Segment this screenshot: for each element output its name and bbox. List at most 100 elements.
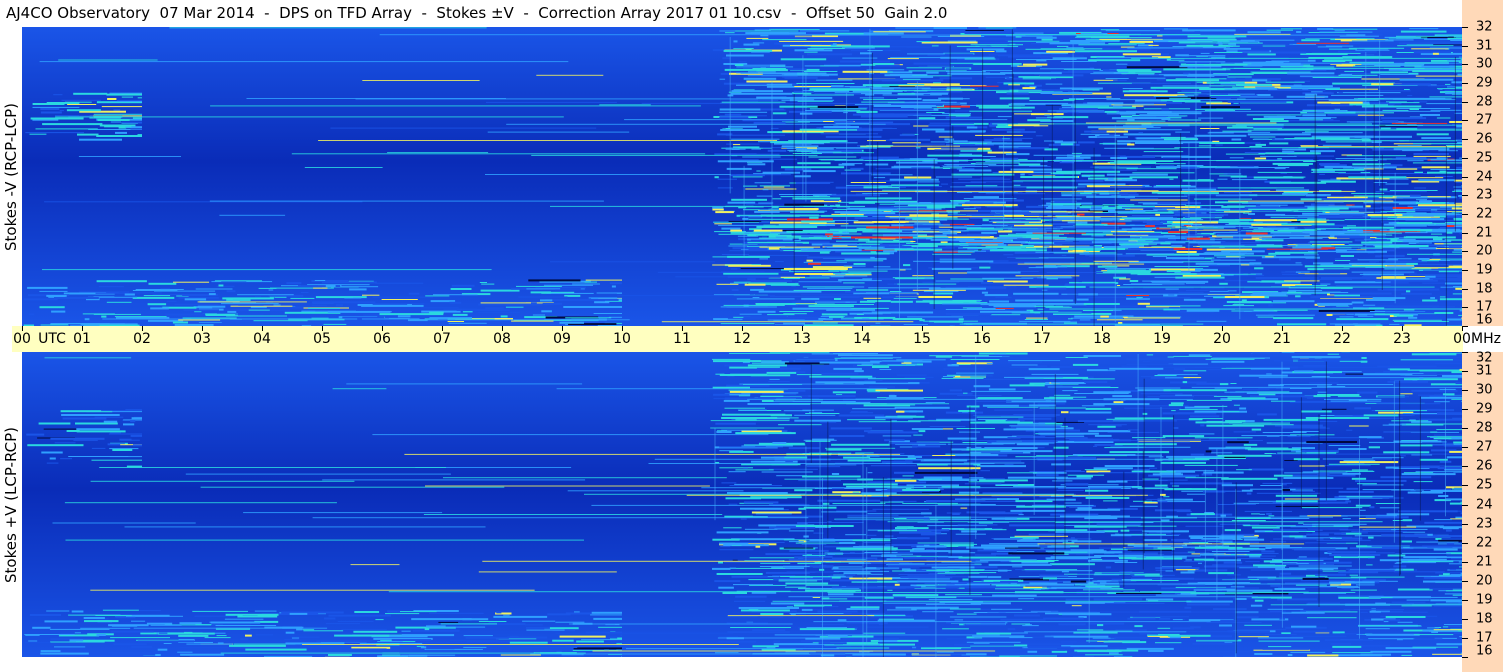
- chart-title: AJ4CO Observatory 07 Mar 2014 - DPS on T…: [6, 4, 948, 22]
- time-tick-label: 03: [193, 331, 211, 347]
- frequency-tick: [1462, 352, 1468, 353]
- time-tick-label: 23: [1393, 331, 1411, 347]
- frequency-tick-label: 25: [1476, 477, 1493, 493]
- frequency-tick: [1462, 326, 1468, 327]
- frequency-tick-label: 26: [1476, 131, 1493, 147]
- frequency-tick: [1462, 428, 1468, 430]
- time-tick-label: 11: [673, 331, 691, 347]
- frequency-tick-label: 19: [1476, 592, 1493, 608]
- frequency-tick: [1462, 657, 1468, 658]
- time-tick-label: 05: [313, 331, 331, 347]
- frequency-tick: [1462, 251, 1468, 253]
- time-tick-label: 10: [613, 331, 631, 347]
- frequency-tick-label: 32: [1476, 19, 1493, 35]
- time-tick-label: 09: [553, 331, 571, 347]
- top-spectrogram: [22, 27, 1462, 326]
- frequency-tick: [1462, 232, 1468, 234]
- time-tick-label: 22: [1333, 331, 1351, 347]
- frequency-tick: [1462, 213, 1468, 215]
- time-tick-label: 16: [973, 331, 991, 347]
- bottom-panel-ylabel-wrap: Stokes +V (LCP-RCP): [0, 352, 22, 657]
- frequency-tick: [1462, 561, 1468, 563]
- frequency-tick-label: 28: [1476, 94, 1493, 110]
- frequency-tick-label: 22: [1476, 535, 1493, 551]
- frequency-tick-label: 25: [1476, 150, 1493, 166]
- frequency-tick: [1462, 307, 1468, 309]
- time-tick-label: 13: [793, 331, 811, 347]
- time-tick-label: 12: [733, 331, 751, 347]
- bottom-spectrogram: [22, 352, 1462, 657]
- frequency-tick-label: 27: [1476, 112, 1493, 128]
- frequency-tick-label: 29: [1476, 75, 1493, 91]
- frequency-tick-label: 29: [1476, 401, 1493, 417]
- frequency-tick-label: 18: [1476, 611, 1493, 627]
- frequency-tick-label: 32: [1476, 350, 1493, 366]
- top-panel-ylabel: Stokes -V (RCP-LCP): [2, 102, 20, 251]
- top-frequency-scale: 16 17 18 19 20 21 22 23 24 25 26 27 28 29 30 31 32: [1462, 0, 1503, 328]
- bottom-spectrogram-panel: [22, 352, 1462, 657]
- time-tick-label: 06: [373, 331, 391, 347]
- frequency-tick: [1462, 485, 1468, 487]
- frequency-tick: [1462, 504, 1468, 506]
- frequency-tick: [1462, 409, 1468, 411]
- time-axis: 00 01 02 03 04 05 06 07 08 09 10 11 12 13 14 15 16 17 18 19…: [12, 326, 1501, 352]
- frequency-tick-label: 23: [1476, 187, 1493, 203]
- frequency-tick-label: 27: [1476, 439, 1493, 455]
- time-tick-label: 17: [1033, 331, 1051, 347]
- frequency-tick: [1462, 27, 1468, 28]
- frequency-tick: [1462, 64, 1468, 66]
- frequency-tick: [1462, 288, 1468, 290]
- frequency-tick-label: 23: [1476, 516, 1493, 532]
- frequency-tick: [1462, 176, 1468, 178]
- frequency-tick: [1462, 157, 1468, 159]
- frequency-tick: [1462, 523, 1468, 525]
- frequency-tick-label: 21: [1476, 554, 1493, 570]
- time-tick-label: 20: [1213, 331, 1231, 347]
- frequency-tick: [1462, 371, 1468, 373]
- frequency-tick-label: 20: [1476, 243, 1493, 259]
- frequency-tick: [1462, 101, 1468, 103]
- frequency-tick: [1462, 599, 1468, 601]
- time-tick-label: 21: [1273, 331, 1291, 347]
- frequency-tick-label: 31: [1476, 363, 1493, 379]
- time-tick-label: 19: [1153, 331, 1171, 347]
- time-tick-label: 01: [73, 331, 91, 347]
- frequency-tick: [1462, 447, 1468, 449]
- frequency-tick: [1462, 83, 1468, 85]
- mhz-label: MHz: [1471, 331, 1501, 347]
- time-tick-label: 04: [253, 331, 271, 347]
- time-tick-label: 07: [433, 331, 451, 347]
- frequency-tick-label: 18: [1476, 281, 1493, 297]
- frequency-tick-label: 30: [1476, 382, 1493, 398]
- frequency-tick-label: 30: [1476, 56, 1493, 72]
- frequency-tick-label: 21: [1476, 225, 1493, 241]
- top-panel-ylabel-wrap: Stokes -V (RCP-LCP): [0, 27, 22, 326]
- time-tick-label: 14: [853, 331, 871, 347]
- frequency-tick-label: 24: [1476, 497, 1493, 512]
- frequency-tick: [1462, 618, 1468, 620]
- frequency-tick: [1462, 637, 1468, 639]
- frequency-tick-label: 16: [1476, 643, 1493, 659]
- frequency-tick-label: 20: [1476, 573, 1493, 589]
- utc-label: UTC: [38, 331, 66, 347]
- top-spectrogram-panel: [22, 27, 1462, 326]
- frequency-tick: [1462, 45, 1468, 47]
- time-tick-label: 08: [493, 331, 511, 347]
- bottom-panel-ylabel: Stokes +V (LCP-RCP): [2, 426, 20, 583]
- frequency-tick: [1462, 580, 1468, 582]
- frequency-tick-label: 28: [1476, 420, 1493, 436]
- time-tick-label: 00: [1453, 331, 1471, 347]
- time-tick-label: 02: [133, 331, 151, 347]
- time-tick-label: 00: [13, 331, 31, 347]
- frequency-tick: [1462, 195, 1468, 197]
- frequency-tick: [1462, 390, 1468, 392]
- frequency-tick: [1462, 120, 1468, 122]
- frequency-tick: [1462, 139, 1468, 141]
- frequency-tick-label: 26: [1476, 458, 1493, 474]
- frequency-tick-label: 17: [1476, 299, 1493, 315]
- time-tick-label: 18: [1093, 331, 1111, 347]
- frequency-tick: [1462, 269, 1468, 271]
- frequency-tick-label: 16: [1476, 312, 1493, 328]
- frequency-tick: [1462, 466, 1468, 468]
- bottom-frequency-scale: 16 17 18 19 20 21 22 23 24 25 26 27 28 29 30 31 32: [1462, 352, 1503, 672]
